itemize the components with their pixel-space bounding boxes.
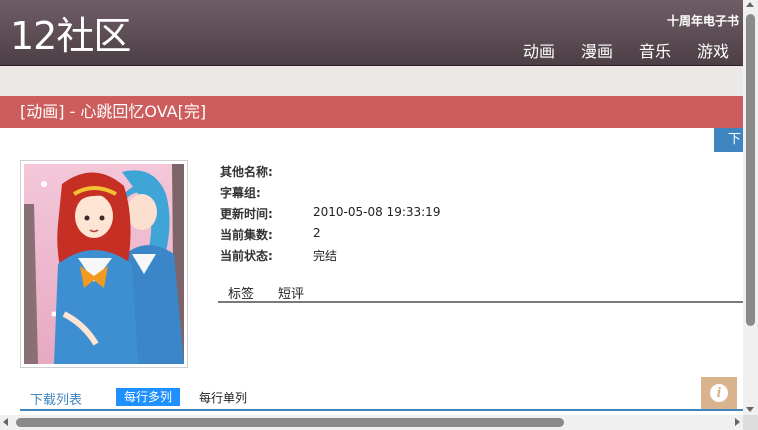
horizontal-scroll-thumb[interactable] — [16, 418, 564, 427]
tag-tabs: 标签 短评 — [218, 283, 743, 303]
nav-item-anime[interactable]: 动画 — [523, 38, 555, 62]
multi-column-button[interactable]: 每行多列 — [116, 388, 181, 406]
download-list-title[interactable]: 下载列表 — [30, 389, 82, 408]
info-value: 2010-05-08 19:33:19 — [313, 205, 441, 219]
info-button[interactable]: i — [701, 377, 737, 409]
cover-illustration — [24, 164, 184, 364]
nav-item-manga[interactable]: 漫画 — [581, 38, 613, 62]
tab-comments[interactable]: 短评 — [278, 283, 304, 302]
single-column-button[interactable]: 每行单列 — [199, 389, 247, 406]
tab-tags[interactable]: 标签 — [228, 283, 254, 302]
info-row-subgroup: 字幕组: — [220, 184, 440, 205]
info-row-alias: 其他名称: — [220, 163, 440, 184]
anime-info: 其他名称: 字幕组: 更新时间: 2010-05-08 19:33:19 当前集… — [220, 163, 440, 268]
info-label: 当前状态: — [220, 249, 273, 263]
info-row-updated: 更新时间: 2010-05-08 19:33:19 — [220, 205, 440, 226]
scroll-right-icon[interactable] — [735, 418, 740, 426]
page-title: [动画] - 心跳回忆OVA[完] — [0, 96, 743, 128]
scrollbar-corner — [743, 415, 758, 430]
site-header: 12社区 十周年电子书 动画 漫画 音乐 游戏 — [0, 0, 743, 66]
scroll-left-icon[interactable] — [3, 418, 8, 426]
subheader-band — [0, 66, 743, 96]
ebook-link[interactable]: 十周年电子书 — [667, 12, 739, 29]
vertical-scrollbar[interactable] — [743, 0, 758, 415]
info-label: 更新时间: — [220, 207, 273, 221]
info-row-status: 当前状态: 完结 — [220, 247, 440, 268]
vertical-scroll-thumb[interactable] — [746, 14, 755, 326]
info-label: 字幕组: — [220, 186, 261, 200]
site-logo[interactable]: 12社区 — [10, 14, 131, 58]
info-icon: i — [710, 384, 728, 402]
cover-image — [20, 160, 188, 368]
main-nav: 动画 漫画 音乐 游戏 — [523, 38, 729, 62]
info-row-episodes: 当前集数: 2 — [220, 226, 440, 247]
download-tab[interactable]: 下 — [714, 128, 743, 152]
horizontal-scrollbar[interactable] — [0, 415, 743, 430]
info-value: 完结 — [313, 249, 338, 263]
info-label: 其他名称: — [220, 165, 273, 179]
info-label: 当前集数: — [220, 228, 273, 242]
download-list-bar: 下载列表 每行多列 每行单列 — [20, 388, 743, 411]
scroll-down-icon[interactable] — [746, 407, 754, 412]
scroll-up-icon[interactable] — [746, 2, 754, 7]
info-value: 2 — [313, 226, 321, 240]
nav-item-music[interactable]: 音乐 — [639, 38, 671, 62]
nav-item-games[interactable]: 游戏 — [697, 38, 729, 62]
